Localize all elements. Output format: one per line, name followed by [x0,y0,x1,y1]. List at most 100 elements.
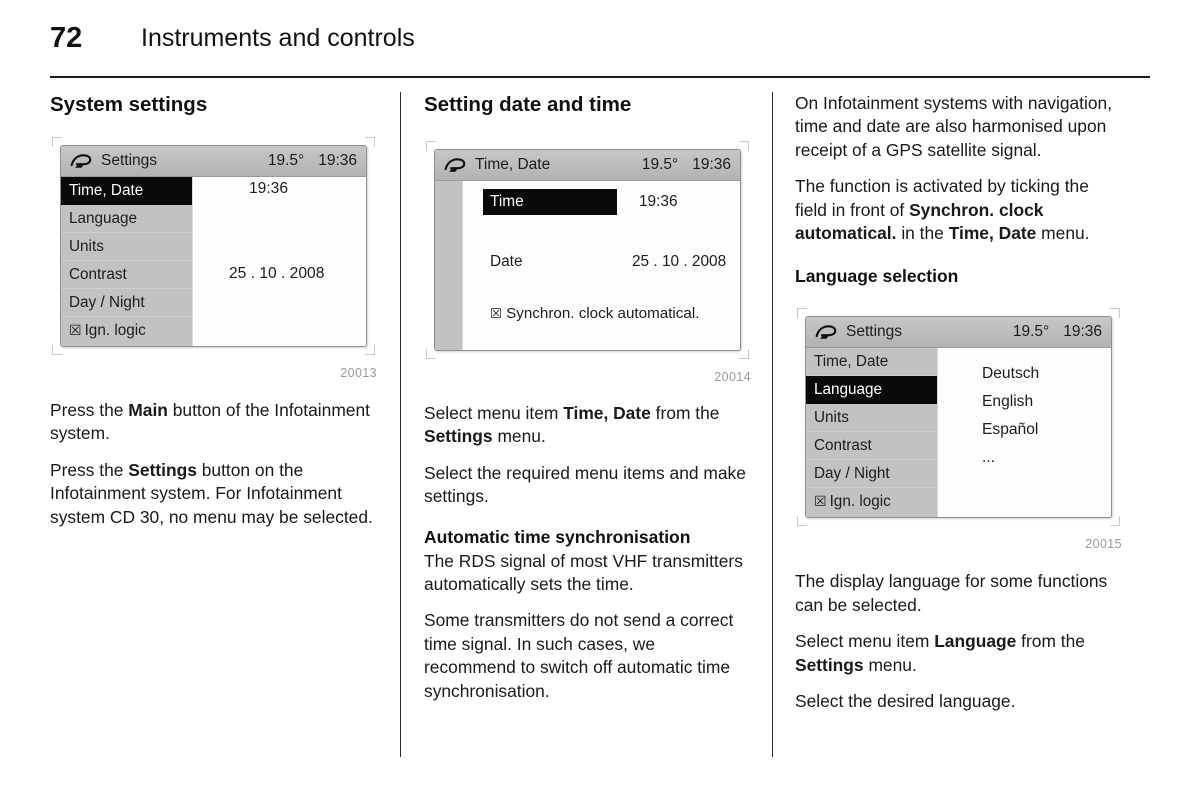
paragraph-some-transmitters: Some transmitters do not send a correct … [424,609,751,703]
display-clock: 19:36 [318,152,357,169]
column-right: On Infotainment systems with navigation,… [795,92,1122,713]
display-menu-list: Time, Date Language Units Contrast Day /… [61,177,193,346]
menu-item-ign-logic[interactable]: ☒ Ign. logic [61,317,192,345]
column-divider-2 [772,92,773,757]
text-run: from the [650,403,720,423]
menu-item-day-night[interactable]: Day / Night [806,460,937,489]
menu-item-language[interactable]: Language [806,376,937,405]
display-body: Time, Date Language Units Contrast Day /… [61,177,366,346]
text-run: Select the desired language. [795,691,1016,712]
checkbox-icon[interactable]: ☒ [814,494,827,508]
detail-row-sync[interactable]: ☒ Synchron. clock automatical. [463,305,740,322]
menu-item-ign-logic[interactable]: ☒ Ign. logic [806,488,937,517]
language-option-more[interactable]: ... [938,444,1111,472]
text-run-bold: Time, Date [948,223,1037,244]
paragraph-display-language: The display language for some functions … [795,570,1122,617]
text-run: On Infotainment systems with navigation,… [795,93,1113,160]
menu-item-label: Language [814,381,883,399]
menu-item-label: Units [814,409,849,427]
page-number: 72 [50,22,83,54]
column-middle: Setting date and time Time, Date 19.5° 1… [424,92,751,703]
sync-checkbox-row[interactable]: ☒ Synchron. clock automatical. [490,305,699,322]
display-header-title: Settings [846,323,903,341]
settings-wrench-icon [815,325,837,339]
text-run: The display language for some functions … [795,571,1108,615]
text-run-bold: Time, Date [563,403,651,423]
text-run: Select menu item [424,403,564,423]
menu-item-label: Ign. logic [829,493,891,511]
menu-item-time-date[interactable]: Time, Date [61,177,192,205]
menu-item-units[interactable]: Units [61,233,192,261]
value-date: 25 . 10 . 2008 [229,265,325,282]
infotainment-display-settings: Settings 19.5° 19:36 Time, Date Language… [60,145,367,347]
menu-item-language[interactable]: Language [61,205,192,233]
display-header-title: Settings [101,152,158,169]
menu-item-contrast[interactable]: Contrast [806,432,937,461]
text-run-bold: Settings [795,654,864,675]
display-temperature: 19.5° [267,152,305,169]
display-clock: 19:36 [692,156,731,173]
language-option-english[interactable]: English [938,388,1111,416]
menu-item-label: Day / Night [69,294,145,311]
figure-id-middle: 20014 [714,370,751,384]
text-run: Select the required menu items and make … [424,462,746,507]
detail-value-time: 19:36 [639,193,678,210]
display-content-area: Time 19:36 Date 25 . 10 . 2008 ☒ Synchron… [463,181,740,350]
text-run: Select menu item [795,631,935,652]
figure-settings-menu: Settings 19.5° 19:36 Time, Date Language… [50,135,377,357]
text-run: in the [896,223,949,244]
menu-item-day-night[interactable]: Day / Night [61,289,192,317]
display-body: Time, Date Language Units Contrast Day /… [806,348,1111,518]
page-title: Instruments and controls [141,24,415,52]
figure-id-right: 20015 [1085,537,1122,552]
text-run: Press the [50,459,129,480]
menu-item-label: Time, Date [69,182,144,199]
paragraph-gps-harmonised: On Infotainment systems with navigation,… [795,92,1122,162]
text-run-bold: Settings [128,459,197,480]
menu-item-label: Ign. logic [84,322,146,339]
text-run: from the [1016,631,1085,652]
figure-time-date-menu: Time, Date 19.5° 19:36 Time 19:36 Date 2… [424,139,751,361]
text-run-bold: Language [934,631,1017,652]
corner-mark-bottom-left [797,516,807,527]
paragraph-select-language-item: Select menu item Language from the Setti… [795,630,1122,677]
figure-id-left: 20013 [340,366,377,380]
display-header: Settings 19.5° 19:36 [806,317,1111,349]
display-temperature: 19.5° [641,156,679,173]
figure-language-menu: Settings 19.5° 19:36 Time, Date Language… [795,306,1122,528]
column-left: System settings Settings 19.5° 19:36 Tim… [50,92,377,529]
column-divider-1 [400,92,401,757]
text-run: menu. [863,654,917,675]
paragraph-select-desired-language: Select the desired language. [795,690,1122,713]
menu-item-label: Time, Date [814,353,889,371]
section-title-setting-date-time: Setting date and time [424,93,632,116]
menu-item-contrast[interactable]: Contrast [61,261,192,289]
subtitle-automatic-time-sync: Automatic time synchronisation [424,526,691,547]
menu-item-time-date[interactable]: Time, Date [806,348,937,377]
checkbox-icon[interactable]: ☒ [490,306,502,321]
display-body: Time 19:36 Date 25 . 10 . 2008 ☒ Synchron… [435,181,740,350]
checkbox-icon[interactable]: ☒ [69,323,82,337]
menu-item-label: Day / Night [814,465,890,483]
text-run-bold: Main [128,400,168,420]
text-run: Press the [50,400,129,420]
display-temperature: 19.5° [1012,323,1050,341]
settings-wrench-icon [70,153,92,168]
text-run: The RDS signal of most VHF transmitters … [424,550,743,595]
menu-item-units[interactable]: Units [806,404,937,433]
text-run: Some transmitters do not send a correct … [424,610,734,701]
detail-row-time[interactable]: Time 19:36 [463,189,740,215]
text-run: menu. [492,426,546,447]
settings-wrench-icon [444,157,466,172]
language-option-deutsch[interactable]: Deutsch [938,360,1111,388]
paragraph-press-settings: Press the Settings button on the Infotai… [50,459,377,529]
menu-item-label: Language [69,210,138,227]
sync-label: Synchron. clock automatical. [506,305,700,322]
display-clock: 19:36 [1063,323,1102,341]
paragraph-press-main: Press the Main button of the Infotainmen… [50,399,377,446]
detail-row-date[interactable]: Date 25 . 10 . 2008 [463,253,740,271]
page-header: 72 Instruments and controls [0,0,1200,78]
subtitle-language-selection: Language selection [795,266,959,287]
language-option-espanol[interactable]: Español [938,416,1111,444]
text-run-bold: Settings [424,426,493,447]
